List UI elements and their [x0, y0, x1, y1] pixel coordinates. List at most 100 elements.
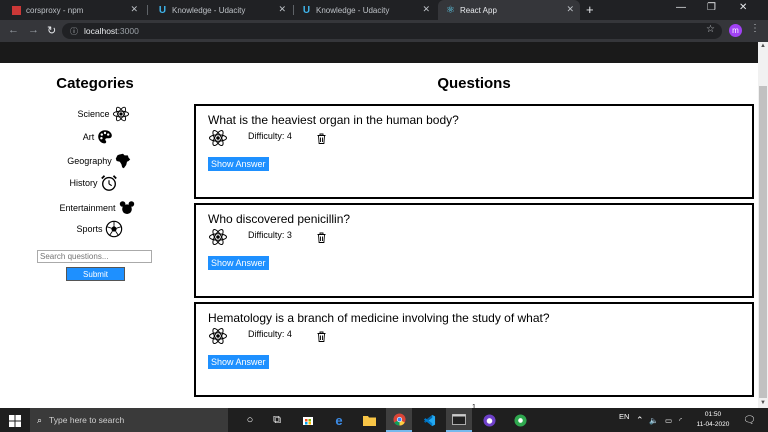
taskbar-search-text: Type here to search: [49, 415, 125, 425]
forward-arrow-icon[interactable]: →: [28, 24, 39, 36]
cortana-circle-icon[interactable]: ○: [237, 408, 263, 432]
show-answer-button[interactable]: Show Answer: [208, 256, 269, 270]
category-label: Geography: [67, 156, 112, 166]
category-entertainment[interactable]: Entertainment: [38, 198, 158, 218]
close-icon[interactable]: ✕: [278, 4, 286, 15]
search-icon: ⌕: [37, 414, 43, 425]
app-header-bar: [0, 42, 758, 63]
volume-icon[interactable]: 🔈: [649, 408, 658, 432]
tab-udacity-1[interactable]: U Knowledge - Udacity ✕: [150, 0, 292, 20]
question-card: What is the heaviest organ in the human …: [194, 104, 754, 199]
new-tab-plus-icon[interactable]: +: [586, 2, 594, 17]
tab-title: Knowledge - Udacity: [172, 5, 246, 15]
scrollbar-thumb[interactable]: [759, 86, 767, 398]
scroll-up-arrow-icon[interactable]: ▲: [760, 43, 766, 49]
difficulty-label: Difficulty: 3: [248, 230, 292, 240]
search-input[interactable]: [37, 250, 152, 263]
close-icon[interactable]: ✕: [566, 4, 574, 15]
show-answer-button[interactable]: Show Answer: [208, 355, 269, 369]
address-bar[interactable]: ⓘ localhost:3000: [62, 23, 722, 39]
vscode-icon[interactable]: [416, 408, 442, 432]
github-icon[interactable]: [476, 408, 502, 432]
delete-trash-icon[interactable]: [317, 329, 326, 342]
back-arrow-icon[interactable]: ←: [8, 24, 19, 36]
reload-icon[interactable]: ↻: [47, 24, 56, 37]
taskbar-clock[interactable]: 01:50 11-04-2020: [688, 410, 738, 430]
tab-react-app[interactable]: ⚛ React App ✕: [438, 0, 580, 20]
tab-corsproxy[interactable]: corsproxy - npm ✕: [4, 0, 144, 20]
category-label: Entertainment: [59, 203, 116, 213]
udacity-icon: U: [302, 4, 311, 16]
tray-chevron-up-icon[interactable]: ⌃: [636, 408, 644, 432]
window-close-icon[interactable]: ✕: [739, 2, 747, 13]
difficulty-label: Difficulty: 4: [248, 329, 292, 339]
question-card: Who discovered penicillin? Difficulty: 3…: [194, 203, 754, 298]
category-history[interactable]: History: [34, 173, 154, 193]
tab-udacity-2[interactable]: U Knowledge - Udacity ✕: [294, 0, 436, 20]
terminal-icon[interactable]: [446, 408, 472, 432]
url-port: :3000: [117, 26, 139, 36]
category-geography[interactable]: Geography: [40, 151, 160, 171]
chrome-icon[interactable]: [386, 408, 412, 432]
minimize-icon[interactable]: —: [676, 2, 686, 13]
taskbar-search-box[interactable]: ⌕ Type here to search: [30, 408, 228, 432]
udacity-icon: U: [158, 4, 167, 16]
battery-icon[interactable]: ▭: [665, 408, 672, 432]
question-text: Who discovered penicillin?: [208, 212, 351, 226]
category-art[interactable]: Art: [39, 127, 159, 147]
science-atom-icon: [208, 227, 228, 247]
notifications-icon[interactable]: 🗨: [743, 408, 756, 432]
science-atom-icon: [208, 128, 228, 148]
close-icon[interactable]: ✕: [422, 4, 430, 15]
clock-date: 11-04-2020: [696, 421, 730, 428]
browser-menu-icon[interactable]: ⋮: [750, 23, 760, 34]
show-answer-button[interactable]: Show Answer: [208, 157, 269, 171]
task-view-icon[interactable]: ⧉: [264, 408, 290, 432]
question-card: Hematology is a branch of medicine invol…: [194, 302, 754, 397]
edge-browser-icon[interactable]: e: [326, 408, 352, 432]
geography-africa-icon: [113, 151, 133, 171]
store-icon[interactable]: [295, 408, 321, 432]
app-green-icon[interactable]: [507, 408, 533, 432]
clock-time: 01:50: [704, 411, 722, 418]
file-explorer-icon[interactable]: [356, 408, 382, 432]
questions-heading: Questions: [437, 75, 511, 92]
page-scrollbar[interactable]: ▲ ▼: [758, 42, 768, 408]
url-host: localhost: [84, 26, 118, 36]
restore-icon[interactable]: ❐: [707, 2, 716, 13]
question-text: What is the heaviest organ in the human …: [208, 113, 459, 127]
science-atom-icon: [111, 104, 131, 124]
category-label: Sports: [76, 224, 103, 234]
language-indicator[interactable]: EN: [619, 404, 629, 428]
browser-tab-strip: corsproxy - npm ✕ U Knowledge - Udacity …: [0, 0, 768, 20]
profile-avatar[interactable]: m: [729, 24, 742, 37]
difficulty-label: Difficulty: 4: [248, 131, 292, 141]
delete-trash-icon[interactable]: [317, 230, 326, 243]
tab-title: Knowledge - Udacity: [316, 5, 390, 15]
windows-taskbar: ⌕ Type here to search ○ ⧉ e EN ⌃ 🔈 ▭ ◜ 0…: [0, 408, 768, 432]
category-label: History: [69, 178, 98, 188]
category-label: Science: [77, 109, 110, 119]
browser-toolbar: ← → ↻ ⓘ localhost:3000 ☆ m ⋮: [0, 20, 768, 42]
tab-separator: [147, 5, 148, 15]
delete-trash-icon[interactable]: [317, 131, 326, 144]
category-sports[interactable]: Sports: [40, 219, 160, 239]
info-icon: ⓘ: [70, 26, 78, 36]
close-icon[interactable]: ✕: [130, 4, 138, 15]
windows-start-icon[interactable]: [9, 414, 21, 427]
science-atom-icon: [208, 326, 228, 346]
sports-ball-icon: [104, 219, 124, 239]
category-science[interactable]: Science: [44, 104, 164, 124]
art-palette-icon: [95, 127, 115, 147]
entertainment-mouse-icon: [117, 198, 137, 218]
tab-title: React App: [460, 5, 497, 15]
tab-title: corsproxy - npm: [26, 5, 84, 15]
history-clock-icon: [99, 173, 119, 193]
scroll-down-arrow-icon[interactable]: ▼: [760, 400, 766, 406]
submit-button[interactable]: Submit: [66, 267, 125, 281]
categories-heading: Categories: [56, 75, 134, 92]
page-viewport: Categories Science Art Geography History: [0, 42, 768, 408]
category-label: Art: [82, 132, 95, 142]
bookmark-star-icon[interactable]: ☆: [706, 24, 715, 35]
wifi-icon[interactable]: ◜: [679, 408, 682, 432]
